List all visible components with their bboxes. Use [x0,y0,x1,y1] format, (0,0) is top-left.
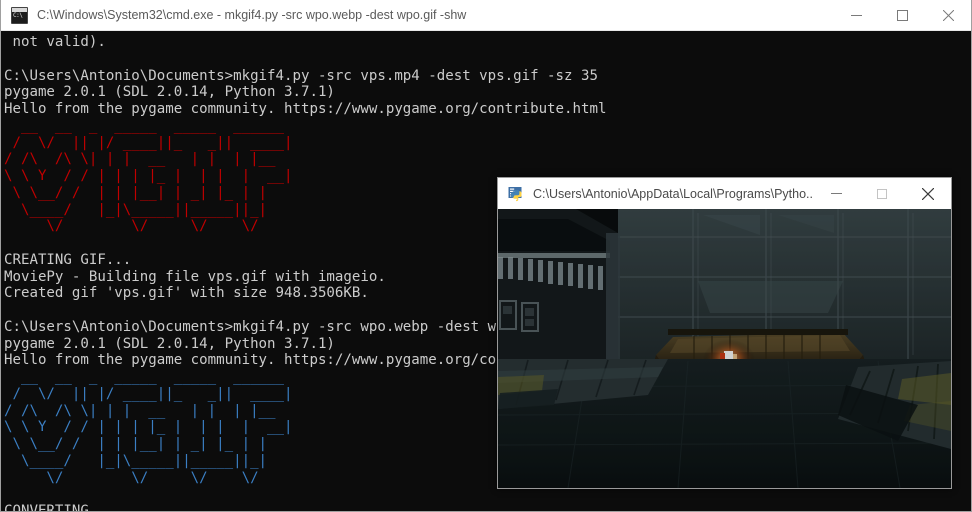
cmd-window-title: C:\Windows\System32\cmd.exe - mkgif4.py … [37,8,467,22]
maximize-icon[interactable] [879,0,925,31]
cmd-icon [11,6,28,24]
terminal-line: C:\Users\Antonio\Documents>mkgif4.py -sr… [4,67,598,84]
ascii-art-line: / /\ /\ \| | | __ | | | |__ [4,151,276,168]
gif-preview-canvas[interactable] [498,209,951,488]
cmd-titlebar[interactable]: C:\Windows\System32\cmd.exe - mkgif4.py … [1,0,971,31]
pygame-preview-window: C:\Users\Antonio\AppData\Local\Programs\… [497,177,952,489]
pygame-window-controls [813,178,951,209]
ascii-art-line: __ __ _ _____ _____ ______ [4,117,285,134]
minimize-icon[interactable] [833,0,879,31]
terminal-line: not valid). [4,34,106,50]
screen: C:\Windows\System32\cmd.exe - mkgif4.py … [0,0,972,512]
python-icon [508,185,524,202]
close-icon[interactable] [925,0,971,31]
pygame-titlebar[interactable]: C:\Users\Antonio\AppData\Local\Programs\… [498,178,951,209]
maximize-icon[interactable] [859,178,905,209]
scene-render [498,209,951,488]
close-icon[interactable] [905,178,951,209]
cmd-window-controls [833,0,971,31]
pygame-window-title: C:\Users\Antonio\AppData\Local\Programs\… [533,186,813,201]
ascii-art-line: / \/ || |/ ____||_ _|| ____| [4,134,293,151]
terminal-line: Hello from the pygame community. https:/… [4,101,607,117]
terminal-line: pygame 2.0.1 (SDL 2.0.14, Python 3.7.1) [4,84,335,101]
minimize-icon[interactable] [813,178,859,209]
terminal-line: CONVERTING... [4,503,115,511]
